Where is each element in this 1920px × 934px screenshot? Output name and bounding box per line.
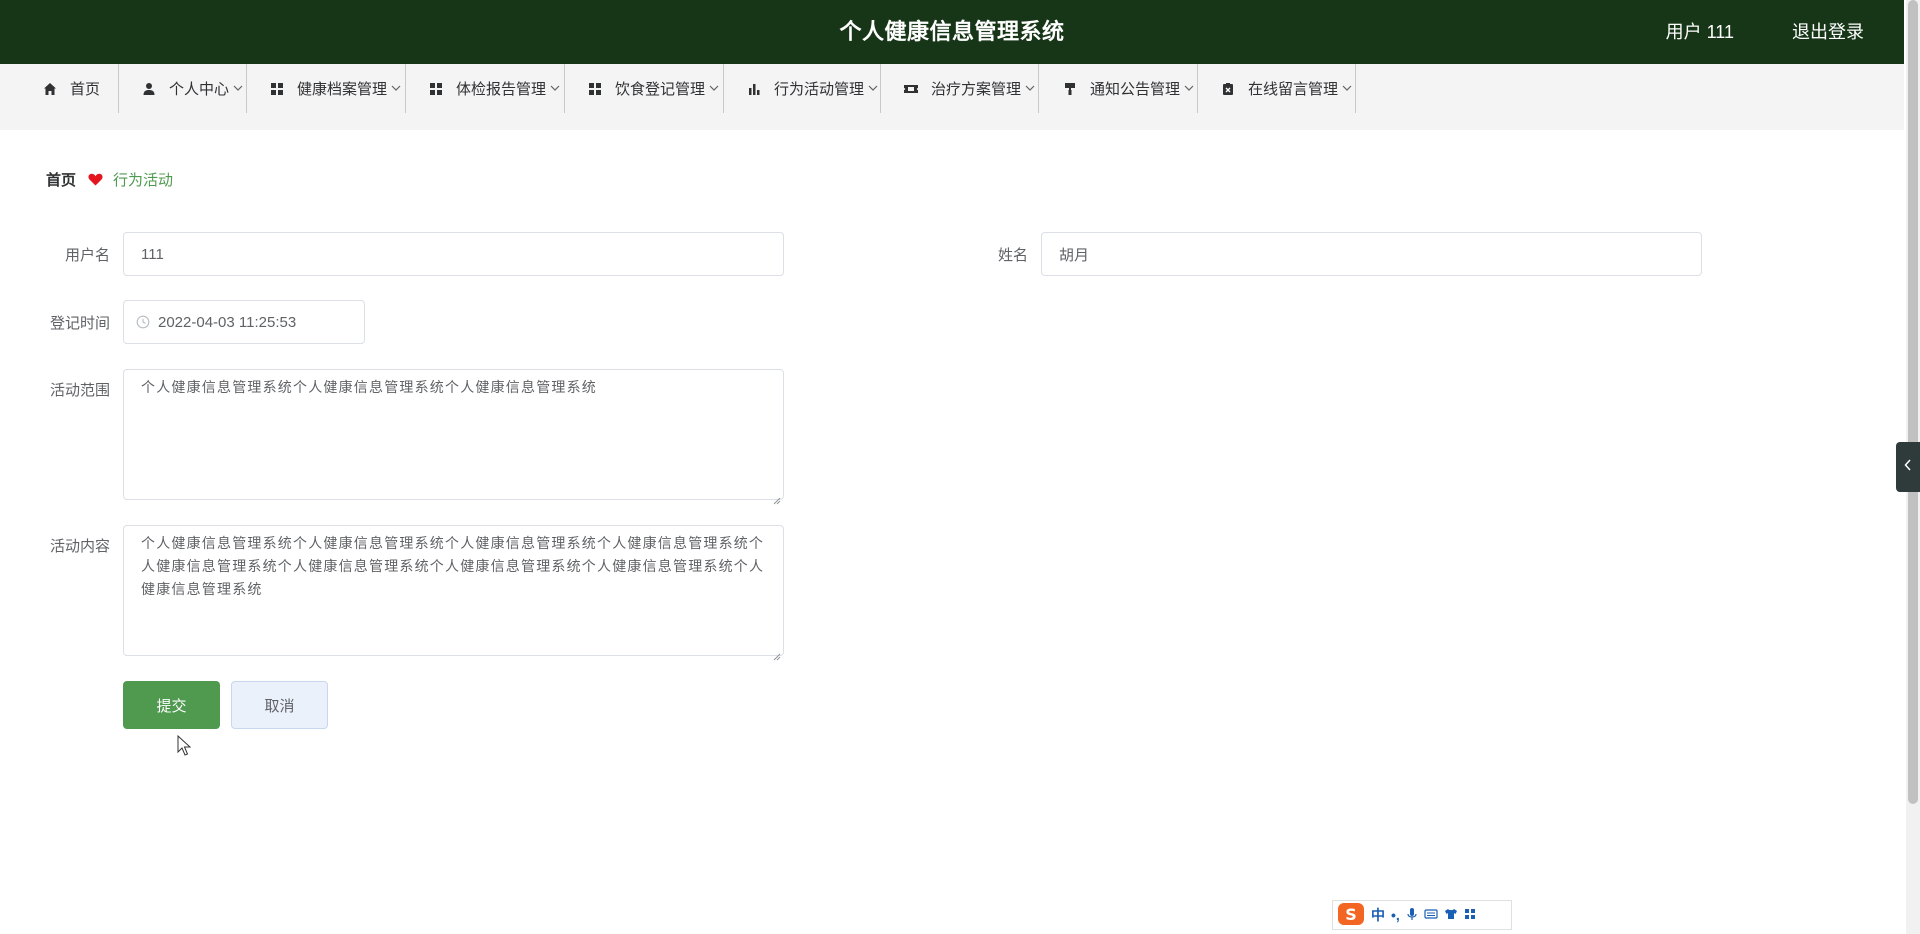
nav-item-label: 通知公告管理: [1090, 81, 1181, 98]
nav-item-home[interactable]: 首页: [42, 64, 119, 113]
nav-item-label: 行为活动管理: [774, 81, 865, 98]
activity-content-textarea[interactable]: 个人健康信息管理系统个人健康信息管理系统个人健康信息管理系统个人健康信息管理系统…: [123, 525, 784, 661]
activity-scope-value: 个人健康信息管理系统个人健康信息管理系统个人健康信息管理系统: [141, 379, 597, 395]
nav-item-label: 首页: [70, 81, 101, 98]
name-label: 姓名: [997, 247, 1028, 264]
activity-content-label: 活动内容: [49, 538, 110, 555]
breadcrumb-home[interactable]: 首页: [46, 169, 76, 190]
username-input[interactable]: 111: [123, 232, 784, 276]
chevron-down-icon: [391, 79, 401, 96]
activity-content-value: 个人健康信息管理系统个人健康信息管理系统个人健康信息管理系统个人健康信息管理系统…: [141, 535, 765, 597]
username-label: 用户名: [64, 247, 110, 264]
grid-icon: [269, 81, 285, 97]
bar-chart-icon: [746, 81, 762, 97]
nav-item-treatment-plans[interactable]: 治疗方案管理: [903, 64, 1039, 113]
nav-item-announcements[interactable]: 通知公告管理: [1062, 64, 1198, 113]
name-value: 胡月: [1059, 246, 1090, 264]
ime-mode[interactable]: 中: [1371, 905, 1385, 925]
scrollbar-thumb[interactable]: [1908, 0, 1918, 804]
chevron-down-icon: [550, 79, 560, 96]
chevron-down-icon: [1025, 79, 1035, 96]
home-icon: [42, 81, 58, 97]
current-user: 用户 111: [1665, 22, 1734, 42]
nav-item-activity[interactable]: 行为活动管理: [746, 64, 881, 113]
sogou-logo-icon: S: [1337, 901, 1365, 930]
activity-scope-textarea[interactable]: 个人健康信息管理系统个人健康信息管理系统个人健康信息管理系统: [123, 369, 784, 505]
svg-text:S: S: [1345, 905, 1357, 924]
chevron-down-icon: [868, 79, 878, 96]
nav-item-label: 治疗方案管理: [931, 81, 1022, 98]
submit-button[interactable]: 提交: [123, 681, 220, 729]
side-panel-toggle[interactable]: [1896, 442, 1920, 492]
nav-item-label: 饮食登记管理: [615, 81, 706, 98]
app-title: 个人健康信息管理系统: [839, 19, 1065, 44]
ime-punctuation[interactable]: •,: [1391, 907, 1400, 923]
clipboard-x-icon: [1220, 81, 1236, 97]
ime-toolbar: S 中 •,: [1332, 900, 1512, 930]
nav-item-health-records[interactable]: 健康档案管理: [269, 64, 406, 113]
nav-item-personal-center[interactable]: 个人中心: [141, 64, 247, 113]
nav-item-label: 个人中心: [169, 81, 230, 98]
chevron-down-icon: [1342, 79, 1352, 96]
register-time-label: 登记时间: [49, 315, 110, 332]
paint-roller-icon: [1062, 81, 1078, 97]
nav-item-label: 体检报告管理: [456, 81, 547, 98]
top-header: 个人健康信息管理系统 用户 111 退出登录: [0, 0, 1904, 64]
breadcrumb: 首页 行为活动: [46, 168, 173, 190]
grid-icon: [587, 81, 603, 97]
resize-handle-icon[interactable]: [773, 645, 781, 661]
microphone-icon[interactable]: [1406, 907, 1418, 924]
nav-item-label: 在线留言管理: [1248, 81, 1339, 98]
name-input[interactable]: 胡月: [1041, 232, 1702, 276]
nav-item-label: 健康档案管理: [297, 81, 388, 98]
ticket-icon: [903, 81, 919, 97]
skin-shirt-icon[interactable]: [1444, 907, 1458, 923]
nav-item-diet-records[interactable]: 饮食登记管理: [587, 64, 724, 113]
cancel-button[interactable]: 取消: [231, 681, 328, 729]
keyboard-icon[interactable]: [1424, 907, 1438, 923]
user-icon: [141, 81, 157, 97]
logout-link[interactable]: 退出登录: [1792, 0, 1864, 64]
mouse-cursor-icon: [177, 734, 192, 762]
chevron-down-icon: [233, 79, 243, 96]
nav-item-checkup-reports[interactable]: 体检报告管理: [428, 64, 565, 113]
clock-icon: [136, 315, 150, 329]
chevron-down-icon: [1184, 79, 1194, 96]
resize-handle-icon[interactable]: [773, 489, 781, 505]
breadcrumb-current: 行为活动: [113, 171, 174, 189]
chevron-left-icon: [1904, 458, 1912, 476]
chevron-down-icon: [709, 79, 719, 96]
register-time-value: 2022-04-03 11:25:53: [158, 313, 297, 331]
username-value: 111: [141, 245, 164, 263]
activity-scope-label: 活动范围: [49, 382, 110, 399]
main-nav: 首页 个人中心 健康档案管理 体检报告管理 饮食登记管理 行为活动管理 治疗方案…: [0, 64, 1904, 130]
nav-item-messages[interactable]: 在线留言管理: [1220, 64, 1356, 113]
register-time-picker[interactable]: 2022-04-03 11:25:53: [123, 300, 365, 344]
heart-icon: [88, 173, 103, 186]
apps-grid-icon[interactable]: [1464, 907, 1476, 923]
grid-icon: [428, 81, 444, 97]
